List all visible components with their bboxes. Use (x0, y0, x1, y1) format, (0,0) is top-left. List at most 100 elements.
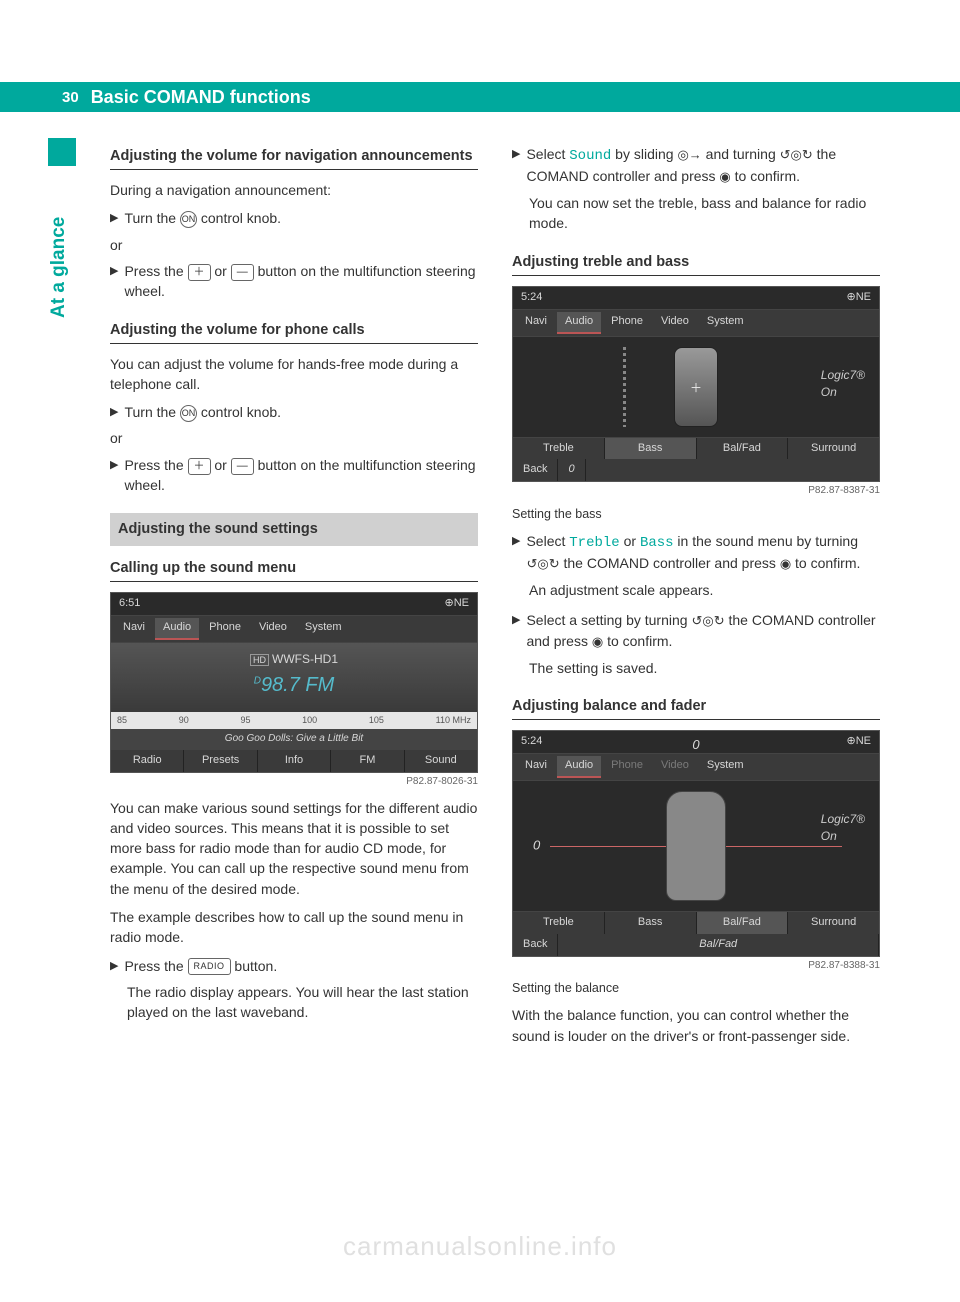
heading-phone-volume: Adjusting the volume for phone calls (110, 320, 478, 341)
press-icon: ◉ (592, 633, 603, 652)
step-item: ▶ Press the RADIO button. (110, 956, 478, 976)
step-text: Select a setting by turning ↺◎↻ the COMA… (526, 610, 880, 651)
figure-balance-screen: 5:24 0 ⊕NE Navi Audio Phone Video System… (512, 730, 880, 957)
fig-compass: ⊕NE (847, 734, 872, 750)
step-marker-icon: ▶ (512, 531, 520, 551)
step-item: ▶ Select Treble or Bass in the sound men… (512, 531, 880, 574)
fig-body: ＋ Logic7®On (513, 337, 879, 437)
btn-balfad: Bal/Fad (697, 438, 789, 460)
text: Turn the (124, 404, 180, 420)
step-item: ▶ Select a setting by turning ↺◎↻ the CO… (512, 610, 880, 651)
btn-treble: Treble (513, 438, 605, 460)
turn-icon: ↺◎↻ (526, 555, 559, 574)
right-column: ▶ Select Sound by sliding ◎→ and turning… (512, 138, 880, 1054)
plus-key-icon: ＋ (188, 458, 211, 475)
heading-balance-fader: Adjusting balance and fader (512, 696, 880, 717)
menu-video: Video (653, 756, 697, 778)
menu-audio: Audio (557, 756, 601, 778)
step-text: Press the RADIO button. (124, 956, 478, 976)
step-marker-icon: ▶ (512, 610, 520, 630)
text: or (211, 263, 231, 279)
fig-backbar: Back 0 (513, 459, 879, 481)
fig-time: 5:24 (521, 734, 542, 750)
text: Press the (124, 457, 187, 473)
menu-system: System (297, 618, 350, 640)
menu-phone: Phone (603, 312, 651, 334)
bass-value: 0 (558, 459, 585, 481)
heading-underline (110, 581, 478, 582)
text: button. (231, 958, 278, 974)
menu-video: Video (653, 312, 697, 334)
fig-compass: ⊕NE (445, 596, 470, 612)
radio-scale: 859095100105110 MHz (111, 712, 477, 729)
btn-info: Info (258, 750, 331, 772)
plus-key-icon: ＋ (188, 264, 211, 281)
content-columns: Adjusting the volume for navigation anno… (110, 138, 880, 1054)
figure-id: P82.87-8026-31 (110, 775, 478, 790)
text: control knob. (197, 210, 281, 226)
btn-sound: Sound (405, 750, 477, 772)
or-text: or (110, 235, 478, 255)
text: or (211, 457, 231, 473)
or-text: or (110, 428, 478, 448)
step-marker-icon: ▶ (512, 144, 520, 164)
figure-id: P82.87-8388-31 (512, 959, 880, 974)
menu-system: System (699, 312, 752, 334)
btn-back: Back (513, 459, 558, 481)
balance-value: 0 (533, 837, 540, 856)
heading-treble-bass: Adjusting treble and bass (512, 252, 880, 273)
menu-navi: Navi (115, 618, 153, 640)
paragraph: You can adjust the volume for hands-free… (110, 354, 478, 395)
step-marker-icon: ▶ (110, 956, 118, 976)
btn-surround: Surround (788, 438, 879, 460)
fig-time: 5:24 (521, 290, 542, 306)
fig-time: 6:51 (119, 596, 140, 612)
heading-sound-settings: Adjusting the sound settings (110, 513, 478, 546)
text: Press the (124, 263, 187, 279)
step-item: ▶ Select Sound by sliding ◎→ and turning… (512, 144, 880, 187)
menu-video: Video (251, 618, 295, 640)
step-text: Press the ＋ or — button on the multifunc… (124, 455, 478, 496)
step-item: ▶ Press the ＋ or — button on the multifu… (110, 261, 478, 302)
fig-body: 0 Logic7®On (513, 781, 879, 911)
btn-treble: Treble (513, 912, 605, 934)
page-header: 30 Basic COMAND functions (0, 82, 960, 112)
logic7-label: Logic7®On (821, 367, 865, 402)
btn-fm: FM (331, 750, 404, 772)
menu-audio: Audio (557, 312, 601, 334)
heading-sound-menu: Calling up the sound menu (110, 558, 478, 579)
paragraph: With the balance function, you can contr… (512, 1005, 880, 1046)
heading-nav-volume: Adjusting the volume for navigation anno… (110, 146, 478, 167)
section-label: At a glance (48, 217, 70, 318)
menu-label-treble: Treble (569, 535, 619, 551)
btn-radio: Radio (111, 750, 184, 772)
step-result: The radio display appears. You will hear… (127, 982, 478, 1023)
step-result: You can now set the treble, bass and bal… (529, 193, 880, 234)
step-marker-icon: ▶ (110, 208, 118, 228)
heading-underline (110, 343, 478, 344)
car-top-icon (666, 791, 726, 901)
press-icon: ◉ (780, 555, 791, 574)
menu-phone: Phone (201, 618, 249, 640)
fig-bottombar: Treble Bass Bal/Fad Surround (513, 911, 879, 934)
figure-radio-screen: 6:51 ⊕NE Navi Audio Phone Video System H… (110, 592, 478, 773)
fig-body: HDWWFS-HD1 D98.7 FM (111, 643, 477, 711)
step-text: Press the ＋ or — button on the multifunc… (124, 261, 478, 302)
btn-surround: Surround (788, 912, 879, 934)
figure-caption: Setting the bass (512, 505, 880, 523)
heading-underline (110, 169, 478, 170)
minus-key-icon: — (231, 458, 254, 475)
step-result: An adjustment scale appears. (529, 580, 880, 600)
bass-knob-icon: ＋ (674, 347, 718, 427)
radio-song-title: Goo Goo Dolls: Give a Little Bit (111, 729, 477, 750)
fig-menubar: Navi Audio Phone Video System (513, 754, 879, 781)
btn-bass: Bass (605, 912, 697, 934)
btn-back: Back (513, 934, 558, 956)
step-text: Select Sound by sliding ◎→ and turning ↺… (526, 144, 880, 187)
fig-backbar: Back Bal/Fad (513, 934, 879, 956)
step-item: ▶ Press the ＋ or — button on the multifu… (110, 455, 478, 496)
paragraph: During a navigation announcement: (110, 180, 478, 200)
on-knob-icon: ON (180, 211, 197, 228)
menu-system: System (699, 756, 752, 778)
step-marker-icon: ▶ (110, 402, 118, 422)
